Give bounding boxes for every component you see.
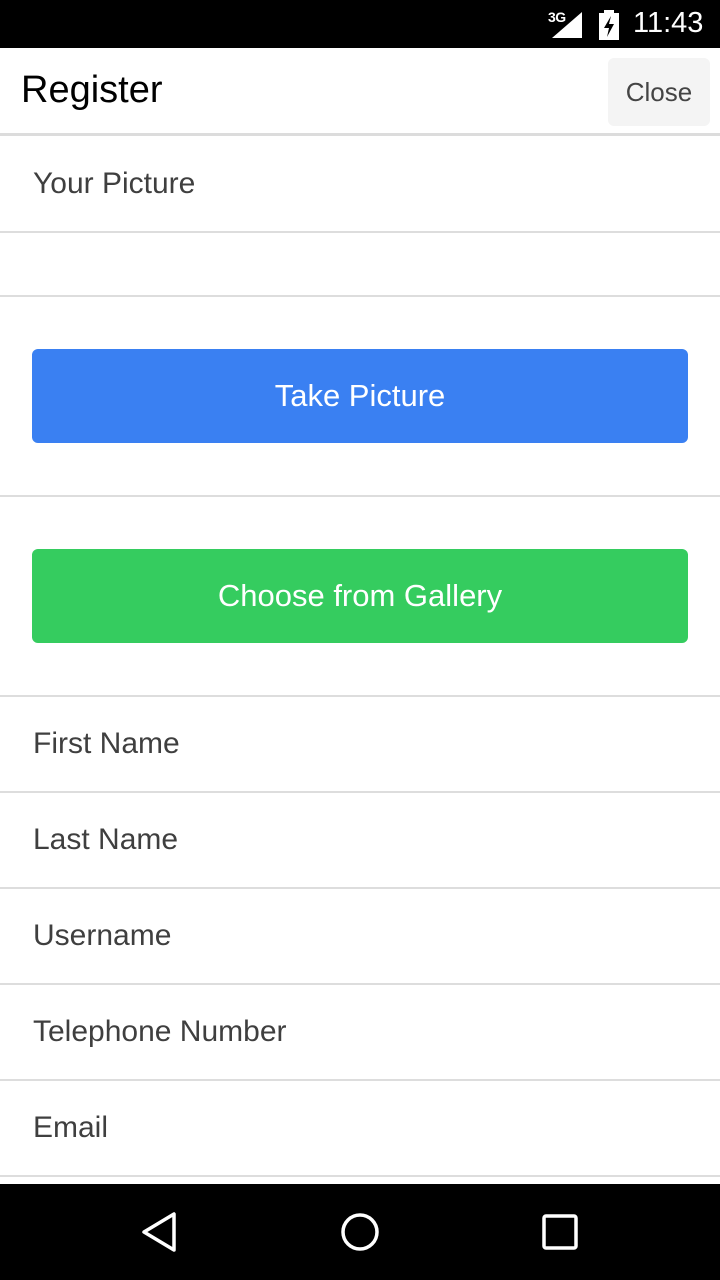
back-icon[interactable] <box>134 1206 186 1258</box>
choose-from-gallery-button[interactable]: Choose from Gallery <box>32 549 688 643</box>
take-picture-row: Take Picture <box>0 297 720 497</box>
recents-icon[interactable] <box>534 1206 586 1258</box>
telephone-field[interactable]: Telephone Number <box>0 985 720 1081</box>
battery-charging-icon <box>599 10 619 40</box>
system-nav-bar <box>0 1184 720 1280</box>
register-form: Your Picture Take Picture Choose from Ga… <box>0 137 720 1177</box>
status-bar: 3G 11:43 <box>0 0 720 48</box>
picture-label: Your Picture <box>0 137 720 233</box>
picture-preview-area <box>0 233 720 297</box>
status-clock: 11:43 <box>633 7 704 39</box>
gallery-row: Choose from Gallery <box>0 497 720 697</box>
close-button[interactable]: Close <box>608 58 710 126</box>
signal-icon <box>552 12 582 38</box>
last-name-field[interactable]: Last Name <box>0 793 720 889</box>
username-field[interactable]: Username <box>0 889 720 985</box>
email-field[interactable]: Email <box>0 1081 720 1177</box>
home-icon[interactable] <box>334 1206 386 1258</box>
page-title: Register <box>21 69 163 111</box>
take-picture-button[interactable]: Take Picture <box>32 349 688 443</box>
app-header: Register Close <box>0 48 720 136</box>
first-name-field[interactable]: First Name <box>0 697 720 793</box>
